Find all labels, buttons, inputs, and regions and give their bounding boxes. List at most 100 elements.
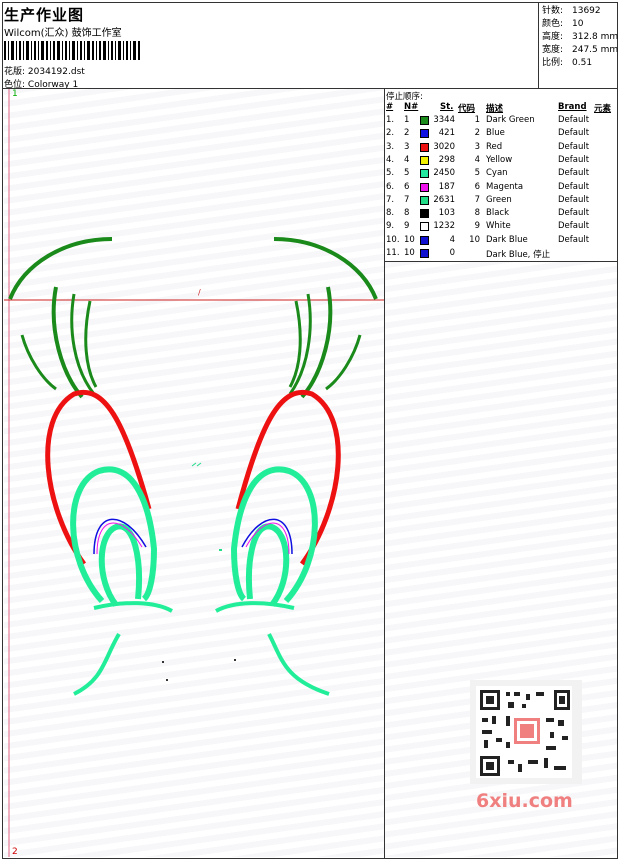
row-n: 10 [404,234,415,245]
table-row: 10. 10 4 10 Dark Blue Default [386,235,618,248]
row-code: 8 [474,208,480,219]
color-swatch [420,142,429,152]
svg-text:/: / [198,288,201,297]
scale-value: 0.51 [572,58,593,68]
design-stats: 针数: 13692 颜色: 10 高度: 312.8 mm 宽度: 247.5 mm 比… [542,5,618,70]
row-st: 298 [438,154,455,165]
row-brand: Default [558,208,590,219]
color-swatch [420,129,429,139]
row-st: 3020 [433,141,455,152]
row-num: 6. [386,181,395,192]
row-brand: Default [558,194,590,205]
row-desc: White [486,221,511,232]
row-num: 9. [386,221,395,232]
design-file: 花版: 2034192.dst [4,64,85,77]
row-desc: Dark Green [486,115,535,125]
row-desc: Dark Blue [486,234,528,245]
color-swatch [420,209,429,219]
divider [538,3,539,88]
row-num: 10. [386,234,400,245]
row-code: 10 [469,234,480,245]
colors-value: 10 [572,19,584,29]
row-code: 7 [474,194,480,205]
row-st: 2631 [433,194,455,205]
width-label: 宽度: [542,45,564,55]
row-n: 10 [404,248,415,258]
stitches-label: 针数: [542,6,564,16]
qr-code [470,680,582,784]
row-num: 1. [386,115,395,125]
design-canvas: 1 2 / [4,89,384,857]
row-num: 5. [386,168,395,179]
row-brand: Default [558,128,590,139]
col-elem: 元素 [594,104,612,114]
row-st: 3344 [433,115,455,125]
color-swatch [420,182,429,192]
row-brand: Default [558,154,590,165]
row-n: 4 [404,154,410,165]
design-label: 花版: [4,67,26,77]
row-st: 2450 [433,168,455,179]
table-row: 7. 7 2631 7 Green Default [386,195,618,208]
row-st: 421 [438,128,455,139]
colors-label: 颜色: [542,19,564,29]
row-brand: Default [558,234,590,245]
row-desc: Green [486,194,512,205]
color-swatch [420,222,429,232]
row-code: 1 [474,115,480,125]
col-code: 代码 [458,104,476,114]
color-swatch [420,116,429,125]
row-code: 4 [474,154,480,165]
row-num: 2. [386,128,395,139]
color-swatch [420,235,429,245]
col-num: # [386,102,394,112]
row-code: 3 [474,141,480,152]
row-n: 5 [404,168,410,179]
watermark-brand: 6xiu.com [476,790,573,812]
stitches-value: 13692 [572,6,601,16]
row-n: 8 [404,208,410,219]
col-st: St. [440,102,454,112]
color-swatch [420,195,429,205]
table-row: 6. 6 187 6 Magenta Default [386,182,618,195]
row-n: 6 [404,181,410,192]
row-n: 3 [404,141,410,152]
row-brand: Default [558,115,590,125]
row-desc: Yellow [486,154,513,165]
table-row: 11. 10 0 Dark Blue, 停止 [386,248,618,261]
row-brand: Default [558,141,590,152]
table-row: 1. 1 3344 1 Dark Green Default [386,115,618,128]
row-code: 5 [474,168,480,179]
table-row: 3. 3 3020 3 Red Default [386,142,618,155]
table-row: 2. 2 421 2 Blue Default [386,128,618,141]
embroidery-preview: / [4,89,384,857]
row-desc: Blue [486,128,505,139]
height-value: 312.8 mm [572,32,619,42]
row-num: 7. [386,194,395,205]
row-brand: Default [558,181,590,192]
table-row: 4. 4 298 4 Yellow Default [386,155,618,168]
table-row: 5. 5 2450 5 Cyan Default [386,168,618,181]
row-brand: Default [558,221,590,232]
row-desc: Cyan [486,168,508,179]
row-desc: Black [486,208,509,219]
row-st: 1232 [433,221,455,232]
height-label: 高度: [542,32,564,42]
page-title: 生产作业图 [4,6,85,24]
color-swatch [420,155,429,165]
row-brand: Default [558,168,590,179]
row-num: 4. [386,154,395,165]
barcode [4,41,140,60]
table-row: 8. 8 103 8 Black Default [386,208,618,221]
row-code: 2 [474,128,480,139]
row-num: 3. [386,141,395,152]
row-st: 4 [449,234,455,245]
row-desc: Dark Blue, 停止 [486,250,551,260]
row-desc: Magenta [486,181,524,192]
row-code: 6 [474,181,480,192]
design-value: 2034192.dst [27,67,85,77]
col-brand: Brand [558,102,587,112]
row-n: 9 [404,221,410,232]
row-st: 103 [438,208,455,219]
row-n: 1 [404,115,410,125]
